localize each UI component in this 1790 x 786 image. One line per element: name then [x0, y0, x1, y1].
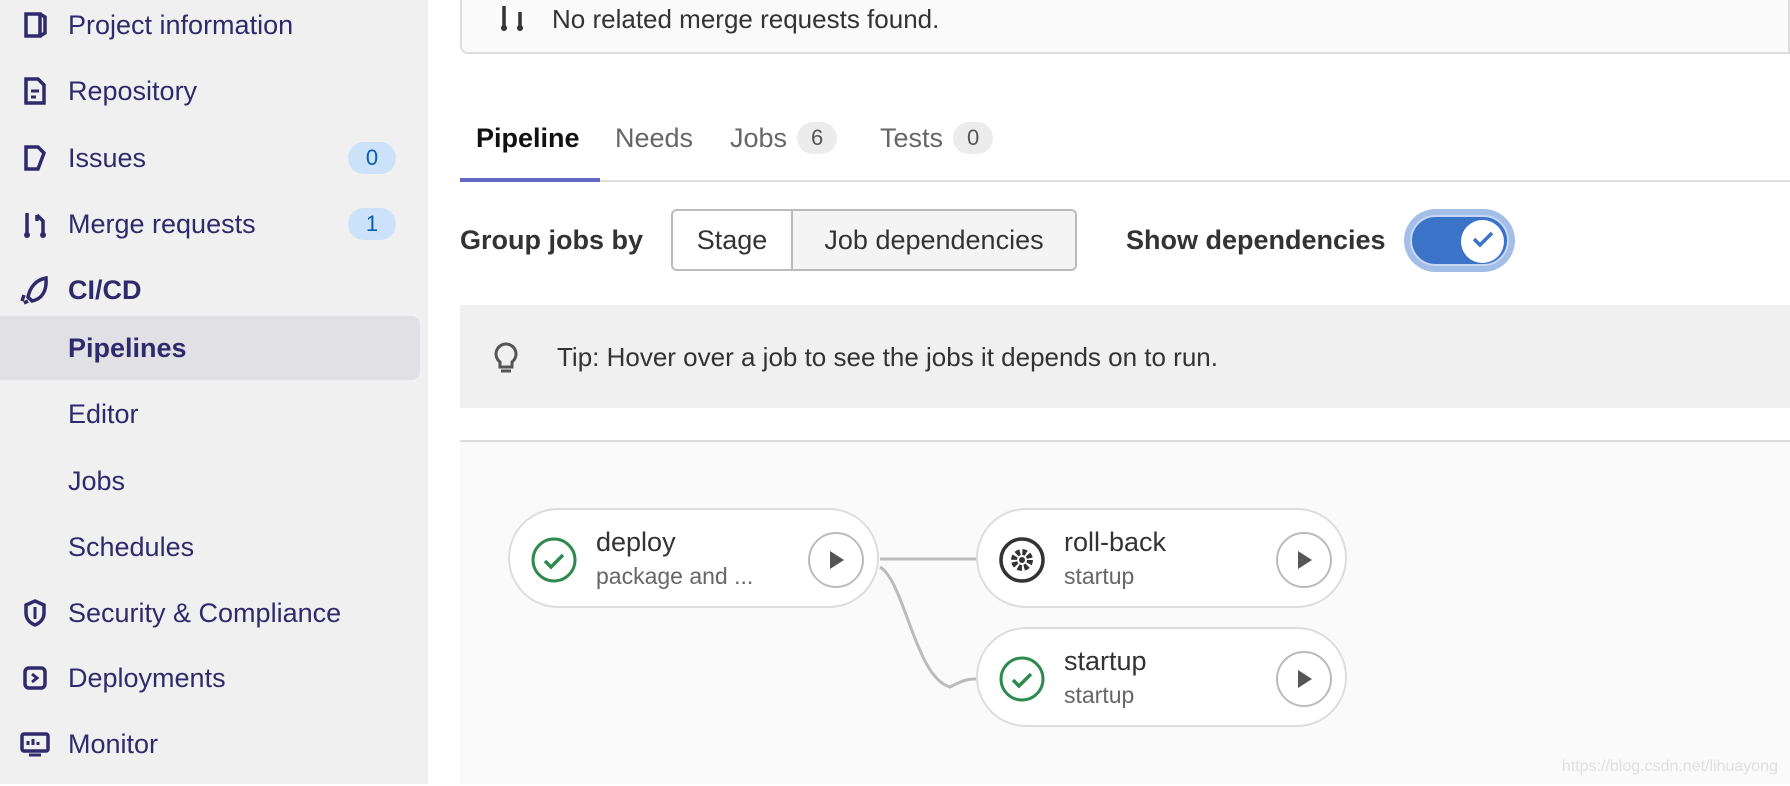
play-icon [830, 551, 844, 569]
play-button[interactable] [1276, 532, 1332, 588]
job-name: deploy [596, 527, 676, 557]
job-roll-back[interactable]: roll-back startup [976, 508, 1347, 608]
monitor-icon [20, 729, 50, 759]
active-tab-indicator [460, 178, 600, 182]
status-manual-gear-icon [998, 536, 1046, 584]
dependency-links [879, 557, 977, 689]
related-merge-requests-box: No related merge requests found. [460, 0, 1790, 54]
deployments-icon [20, 663, 50, 693]
issues-icon [20, 143, 50, 173]
merge-request-icon [498, 4, 528, 34]
group-jobs-by-label: Group jobs by [460, 224, 644, 255]
status-success-icon [998, 655, 1046, 703]
sidebar-item-jobs[interactable]: Jobs [0, 451, 420, 511]
play-icon [1298, 670, 1312, 688]
job-stage: package and ... [596, 563, 754, 589]
status-success-icon [530, 536, 578, 584]
project-icon [20, 10, 50, 40]
sidebar-item-editor[interactable]: Editor [0, 384, 420, 444]
merge-requests-count-badge: 1 [348, 208, 396, 240]
sidebar-item-monitor[interactable]: Monitor [0, 714, 420, 774]
jobs-count-badge: 6 [797, 122, 838, 154]
main-content: No related merge requests found. Pipelin… [428, 0, 1790, 784]
sidebar-item-repository[interactable]: Repository [0, 61, 420, 121]
check-icon [1471, 229, 1495, 254]
job-stage: startup [1064, 563, 1135, 589]
issues-count-badge: 0 [348, 142, 396, 174]
tab-label: Jobs [730, 122, 788, 153]
show-dependencies-toggle[interactable] [1404, 209, 1515, 272]
job-dependencies-button[interactable]: Job dependencies [793, 211, 1075, 269]
sidebar-item-schedules[interactable]: Schedules [0, 517, 420, 577]
sidebar-item-deployments[interactable]: Deployments [0, 648, 420, 708]
sidebar-item-merge-requests[interactable]: Merge requests 1 [0, 194, 420, 254]
play-button[interactable] [808, 532, 864, 588]
sidebar-item-project-information[interactable]: Project information [0, 0, 420, 55]
shield-icon [20, 598, 50, 628]
tab-jobs[interactable]: Jobs 6 [730, 116, 838, 160]
job-stage: startup [1064, 682, 1135, 708]
play-button[interactable] [1276, 651, 1332, 707]
link-deploy-startup [879, 565, 977, 689]
sidebar: Project information Repository Issues 0 … [0, 0, 428, 784]
tab-label: Needs [615, 122, 694, 153]
merge-request-icon [20, 209, 50, 239]
show-dependencies-label: Show dependencies [1126, 224, 1386, 255]
sidebar-item-security-compliance[interactable]: Security & Compliance [0, 583, 420, 643]
document-icon [20, 76, 50, 106]
lightbulb-icon [492, 341, 520, 382]
sidebar-item-issues[interactable]: Issues 0 [0, 128, 420, 188]
no-merge-requests-text: No related merge requests found. [552, 4, 940, 34]
play-icon [1298, 551, 1312, 569]
job-name: startup [1064, 646, 1147, 676]
tip-text: Tip: Hover over a job to see the jobs it… [557, 342, 1218, 372]
tip-banner: Tip: Hover over a job to see the jobs it… [460, 305, 1790, 408]
sidebar-item-pipelines[interactable]: Pipelines [0, 316, 420, 380]
tab-label: Pipeline [476, 122, 580, 153]
rocket-icon [20, 275, 50, 305]
watermark: https://blog.csdn.net/lihuayong [1561, 758, 1778, 775]
sidebar-item-ci-cd[interactable]: CI/CD [0, 260, 420, 320]
pipeline-tabs: Pipeline Needs Jobs 6 Tests 0 [460, 110, 1790, 182]
tab-pipeline[interactable]: Pipeline [476, 116, 580, 160]
tab-label: Tests [880, 122, 944, 153]
stage-button[interactable]: Stage [673, 211, 793, 269]
tests-count-badge: 0 [953, 122, 994, 154]
tab-needs[interactable]: Needs [615, 116, 693, 160]
job-startup[interactable]: startup startup [976, 627, 1347, 727]
pipeline-graph: deploy package and ... roll-back startup… [460, 440, 1790, 784]
tab-tests[interactable]: Tests 0 [880, 116, 994, 160]
job-name: roll-back [1064, 527, 1167, 557]
group-jobs-button-group: Stage Job dependencies [671, 209, 1077, 271]
job-deploy[interactable]: deploy package and ... [508, 508, 879, 608]
